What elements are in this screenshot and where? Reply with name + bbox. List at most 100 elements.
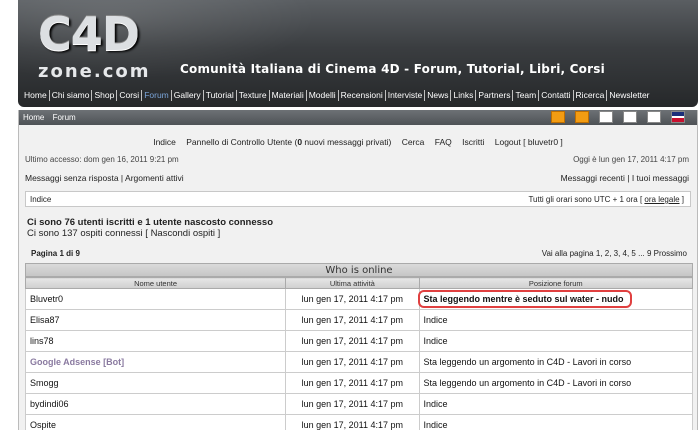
nav-partners[interactable]: Partners bbox=[476, 90, 514, 101]
nav-forum[interactable]: Forum bbox=[142, 90, 172, 101]
username-cell[interactable]: Bluvetr0 bbox=[24, 288, 287, 310]
logo-domain: zone.com bbox=[38, 61, 151, 82]
forum-page: Home Forum Indice Pannello di Controllo … bbox=[18, 110, 698, 430]
last-activity-cell: lun gen 17, 2011 4:17 pm bbox=[285, 351, 420, 373]
nav-faq[interactable]: FAQ bbox=[435, 137, 452, 147]
nav-contatti[interactable]: Contatti bbox=[539, 90, 574, 101]
link-active-topics[interactable]: Argomenti attivi bbox=[125, 173, 184, 183]
page-links[interactable]: Vai alla pagina 1, 2, 3, 4, 5 ... 9 Pros… bbox=[542, 249, 687, 258]
location-cell[interactable]: Indice bbox=[418, 393, 694, 415]
nav-modelli[interactable]: Modelli bbox=[307, 90, 339, 101]
timezone-info: Tutti gli orari sono UTC + 1 ora [ ora l… bbox=[528, 192, 684, 207]
font-decrease-icon[interactable] bbox=[599, 111, 613, 123]
pannello-suffix: nuovi messaggi privati) bbox=[302, 137, 392, 147]
link-separator: | bbox=[627, 173, 630, 183]
nav-corsi[interactable]: Corsi bbox=[117, 90, 143, 101]
column-last-activity[interactable]: Ultima attività bbox=[285, 277, 420, 289]
location-cell[interactable]: Sta leggendo un argomento in C4D - Lavor… bbox=[418, 372, 694, 394]
table-row: Google Adsense [Bot] lun gen 17, 2011 4:… bbox=[24, 351, 694, 373]
username-cell[interactable]: bydindi06 bbox=[24, 393, 287, 415]
nav-interviste[interactable]: Interviste bbox=[386, 90, 426, 101]
registered-users-count: Ci sono 76 utenti iscritti e 1 utente na… bbox=[27, 217, 273, 228]
username-cell[interactable]: lins78 bbox=[24, 330, 287, 352]
feed-icon[interactable] bbox=[575, 111, 589, 123]
nav-home[interactable]: Home bbox=[22, 90, 50, 101]
column-forum-location[interactable]: Posizione forum bbox=[418, 277, 694, 289]
nav-ricerca[interactable]: Ricerca bbox=[574, 90, 608, 101]
username-cell[interactable]: Google Adsense [Bot] bbox=[24, 351, 287, 373]
index-bar: Indice Tutti gli orari sono UTC + 1 ora … bbox=[25, 191, 691, 207]
nav-cerca[interactable]: Cerca bbox=[402, 137, 425, 147]
pagination: Pagina 1 di 9 Vai alla pagina 1, 2, 3, 4… bbox=[19, 249, 697, 261]
uk-flag-icon[interactable] bbox=[671, 111, 685, 123]
nav-logout[interactable]: Logout [ bluvetr0 ] bbox=[495, 137, 563, 147]
table-row: lins78 lun gen 17, 2011 4:17 pm Indice bbox=[24, 330, 694, 352]
breadcrumb-home[interactable]: Home bbox=[23, 113, 44, 122]
quick-links: Messaggi senza risposta | Argomenti atti… bbox=[19, 173, 697, 185]
current-date: Oggi è lun gen 17, 2011 4:17 pm bbox=[573, 155, 689, 164]
timezone-suffix: ] bbox=[679, 195, 684, 204]
table-title: Who is online bbox=[25, 263, 693, 277]
column-username[interactable]: Nome utente bbox=[24, 277, 287, 289]
highlighted-location[interactable]: Sta leggendo mentre è seduto sul water -… bbox=[417, 290, 632, 308]
table-row: Bluvetr0 lun gen 17, 2011 4:17 pm Sta le… bbox=[24, 288, 694, 310]
nav-pannello[interactable]: Pannello di Controllo Utente (0 nuovi me… bbox=[186, 137, 391, 147]
link-my-posts[interactable]: I tuoi messaggi bbox=[632, 173, 689, 183]
user-navigation: Indice Pannello di Controllo Utente (0 n… bbox=[19, 137, 697, 147]
logo-wordmark: C4D bbox=[38, 7, 140, 61]
font-increase-icon[interactable] bbox=[623, 111, 637, 123]
page-indicator: Pagina 1 di 9 bbox=[31, 249, 80, 258]
table-row: Ospite lun gen 17, 2011 4:17 pm Indice bbox=[24, 414, 694, 430]
index-link[interactable]: Indice bbox=[30, 195, 51, 204]
breadcrumb: Home Forum bbox=[19, 110, 697, 125]
link-unanswered[interactable]: Messaggi senza risposta bbox=[25, 173, 119, 183]
last-activity-cell: lun gen 17, 2011 4:17 pm bbox=[285, 288, 420, 310]
table-row: Elisa87 lun gen 17, 2011 4:17 pm Indice bbox=[24, 309, 694, 331]
nav-links[interactable]: Links bbox=[451, 90, 477, 101]
link-separator: | bbox=[120, 173, 124, 183]
location-cell[interactable]: Indice bbox=[418, 330, 694, 352]
nav-team[interactable]: Team bbox=[513, 90, 540, 101]
nav-materiali[interactable]: Materiali bbox=[270, 90, 307, 101]
nav-gallery[interactable]: Gallery bbox=[172, 90, 204, 101]
nav-indice[interactable]: Indice bbox=[153, 137, 176, 147]
last-activity-cell: lun gen 17, 2011 4:17 pm bbox=[285, 393, 420, 415]
last-activity-cell: lun gen 17, 2011 4:17 pm bbox=[285, 309, 420, 331]
breadcrumb-forum[interactable]: Forum bbox=[53, 113, 76, 122]
site-header: C4D zone.com Comunità Italiana di Cinema… bbox=[18, 0, 698, 107]
print-icon[interactable] bbox=[647, 111, 661, 123]
table-row: bydindi06 lun gen 17, 2011 4:17 pm Indic… bbox=[24, 393, 694, 415]
toolbar-icons bbox=[551, 111, 691, 123]
last-activity-cell: lun gen 17, 2011 4:17 pm bbox=[285, 414, 420, 430]
username-cell[interactable]: Elisa87 bbox=[24, 309, 287, 331]
table-row: Smogg lun gen 17, 2011 4:17 pm Sta legge… bbox=[24, 372, 694, 394]
last-activity-cell: lun gen 17, 2011 4:17 pm bbox=[285, 330, 420, 352]
last-activity-cell: lun gen 17, 2011 4:17 pm bbox=[285, 372, 420, 394]
location-cell[interactable]: Indice bbox=[418, 309, 694, 331]
online-summary: Ci sono 76 utenti iscritti e 1 utente na… bbox=[27, 217, 697, 239]
nav-recensioni[interactable]: Recensioni bbox=[339, 90, 386, 101]
nav-news[interactable]: News bbox=[425, 90, 452, 101]
guests-count[interactable]: Ci sono 137 ospiti connessi [ Nascondi o… bbox=[27, 228, 697, 239]
username-cell[interactable]: Smogg bbox=[24, 372, 287, 394]
nav-chi-siamo[interactable]: Chi siamo bbox=[50, 90, 93, 101]
nav-tutorial[interactable]: Tutorial bbox=[204, 90, 237, 101]
location-cell[interactable]: Sta leggendo un argomento in C4D - Lavor… bbox=[418, 351, 694, 373]
rss-icon[interactable] bbox=[551, 111, 565, 123]
nav-texture[interactable]: Texture bbox=[237, 90, 270, 101]
timezone-prefix: Tutti gli orari sono UTC + 1 ora [ bbox=[528, 195, 645, 204]
who-is-online-table: Who is online Nome utente Ultima attivit… bbox=[24, 263, 694, 430]
nav-shop[interactable]: Shop bbox=[92, 90, 118, 101]
main-navigation: Home Chi siamo Shop Corsi Forum Gallery Tutori… bbox=[22, 90, 652, 101]
last-access: Ultimo accesso: dom gen 16, 2011 9:21 pm bbox=[25, 155, 179, 164]
nav-iscritti[interactable]: Iscritti bbox=[462, 137, 484, 147]
username-cell: Ospite bbox=[24, 414, 287, 430]
nav-newsletter[interactable]: Newsletter bbox=[607, 90, 651, 101]
link-recent-posts[interactable]: Messaggi recenti bbox=[561, 173, 625, 183]
location-cell[interactable]: Indice bbox=[418, 414, 694, 430]
pannello-prefix: Pannello di Controllo Utente ( bbox=[186, 137, 298, 147]
site-logo[interactable]: C4D zone.com bbox=[38, 10, 188, 82]
dst-link[interactable]: ora legale bbox=[644, 195, 679, 204]
site-tagline: Comunità Italiana di Cinema 4D - Forum, … bbox=[180, 62, 605, 76]
session-info: Ultimo accesso: dom gen 16, 2011 9:21 pm… bbox=[19, 155, 697, 167]
